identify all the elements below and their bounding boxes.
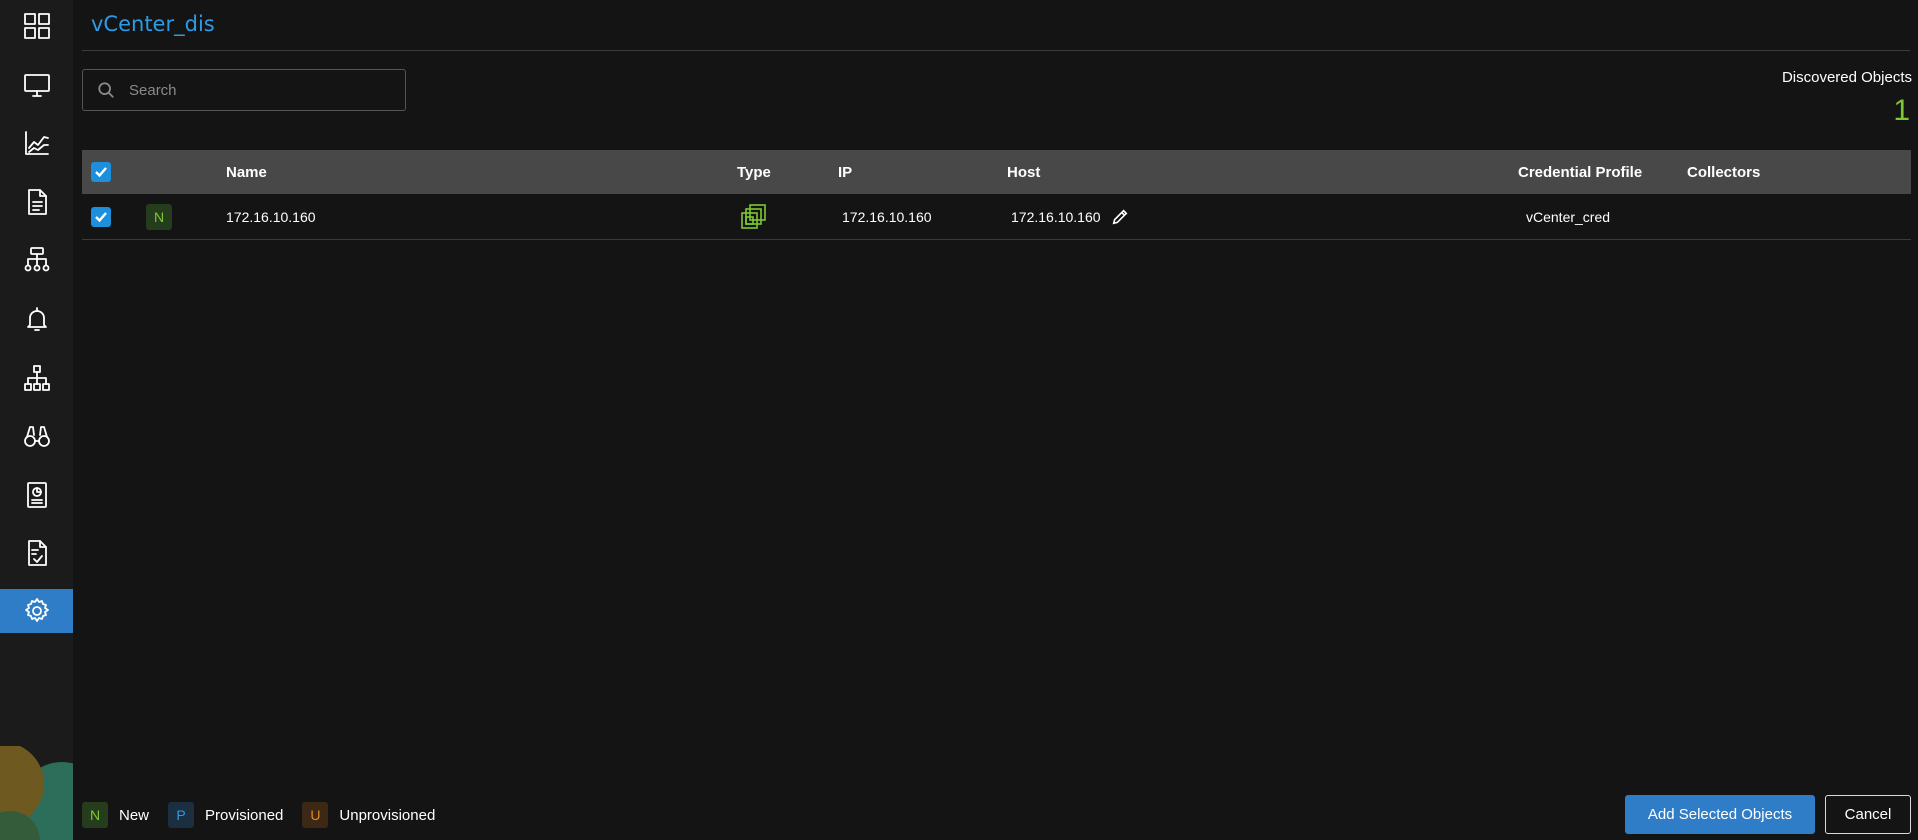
legend-label-provisioned: Provisioned <box>205 806 284 824</box>
sidebar-item-network[interactable] <box>0 238 73 282</box>
bell-icon <box>26 307 47 331</box>
status-legend: N New P Provisioned U Unprovisioned <box>82 802 454 828</box>
discovered-objects-count: 1 <box>1893 94 1910 127</box>
legend-badge-new: N <box>82 802 108 828</box>
title-divider <box>82 50 1910 51</box>
binoculars-icon <box>23 426 50 447</box>
sidebar-item-explore[interactable] <box>0 414 73 458</box>
sidebar-item-monitor[interactable] <box>0 63 73 107</box>
network-topology-icon <box>24 247 49 272</box>
column-header-type[interactable]: Type <box>737 150 771 194</box>
monitor-icon <box>23 74 50 97</box>
row-credential-profile: vCenter_cred <box>1526 209 1611 225</box>
sidebar-item-topology[interactable] <box>0 356 73 400</box>
legend-badge-unprovisioned: U <box>302 802 329 828</box>
checkmark-icon <box>95 212 107 223</box>
discovered-objects-label: Discovered Objects <box>1781 69 1912 86</box>
sidebar-item-compliance[interactable] <box>0 531 73 575</box>
status-badge: N <box>146 204 172 230</box>
chart-line-icon <box>24 131 49 155</box>
sidebar-item-settings[interactable] <box>0 589 73 633</box>
search-icon <box>98 82 114 98</box>
sidebar <box>0 0 73 840</box>
row-checkbox[interactable] <box>91 207 111 227</box>
sidebar-decoration <box>0 746 73 840</box>
hierarchy-icon <box>23 365 50 391</box>
search-input[interactable] <box>127 80 391 100</box>
select-all-checkbox[interactable] <box>91 162 111 182</box>
column-header-collectors[interactable]: Collectors <box>1687 150 1760 194</box>
add-selected-objects-button[interactable]: Add Selected Objects <box>1625 795 1815 834</box>
column-header-ip[interactable]: IP <box>838 150 852 194</box>
column-header-name[interactable]: Name <box>226 150 267 194</box>
sidebar-item-reports[interactable] <box>0 473 73 517</box>
legend-label-unprovisioned: Unprovisioned <box>339 806 436 824</box>
grid-icon <box>23 13 50 39</box>
gear-icon <box>24 598 49 622</box>
pencil-edit-icon[interactable] <box>1111 208 1129 226</box>
row-status-cell: N <box>146 195 172 239</box>
report-icon <box>26 482 47 508</box>
sidebar-item-alerts[interactable] <box>0 297 73 341</box>
checklist-icon <box>27 540 47 566</box>
select-all-cell <box>91 150 111 194</box>
row-host-cell: 172.16.10.160 <box>1011 195 1129 239</box>
row-name: 172.16.10.160 <box>226 209 316 225</box>
column-header-credential-profile[interactable]: Credential Profile <box>1518 150 1642 194</box>
legend-label-new: New <box>119 806 150 824</box>
row-type-cell <box>740 195 768 239</box>
page-title: vCenter_dis <box>91 12 215 36</box>
row-ip: 172.16.10.160 <box>842 209 932 225</box>
legend-badge-provisioned: P <box>168 802 195 828</box>
sidebar-item-metrics[interactable] <box>0 121 73 165</box>
cancel-button[interactable]: Cancel <box>1825 795 1911 834</box>
sidebar-item-logs[interactable] <box>0 180 73 224</box>
checkmark-icon <box>95 167 107 178</box>
document-icon <box>27 189 47 215</box>
row-host: 172.16.10.160 <box>1011 209 1101 225</box>
table-row[interactable]: N 172.16.10.160 172.16.10.160 172.16.10.… <box>82 195 1911 240</box>
row-select-cell <box>91 195 111 239</box>
vmware-icon <box>741 204 766 229</box>
table-header: Name Type IP Host Credential Profile Col… <box>82 150 1911 194</box>
search-box[interactable] <box>82 69 406 111</box>
sidebar-item-dashboard[interactable] <box>0 4 73 48</box>
column-header-host[interactable]: Host <box>1007 150 1040 194</box>
